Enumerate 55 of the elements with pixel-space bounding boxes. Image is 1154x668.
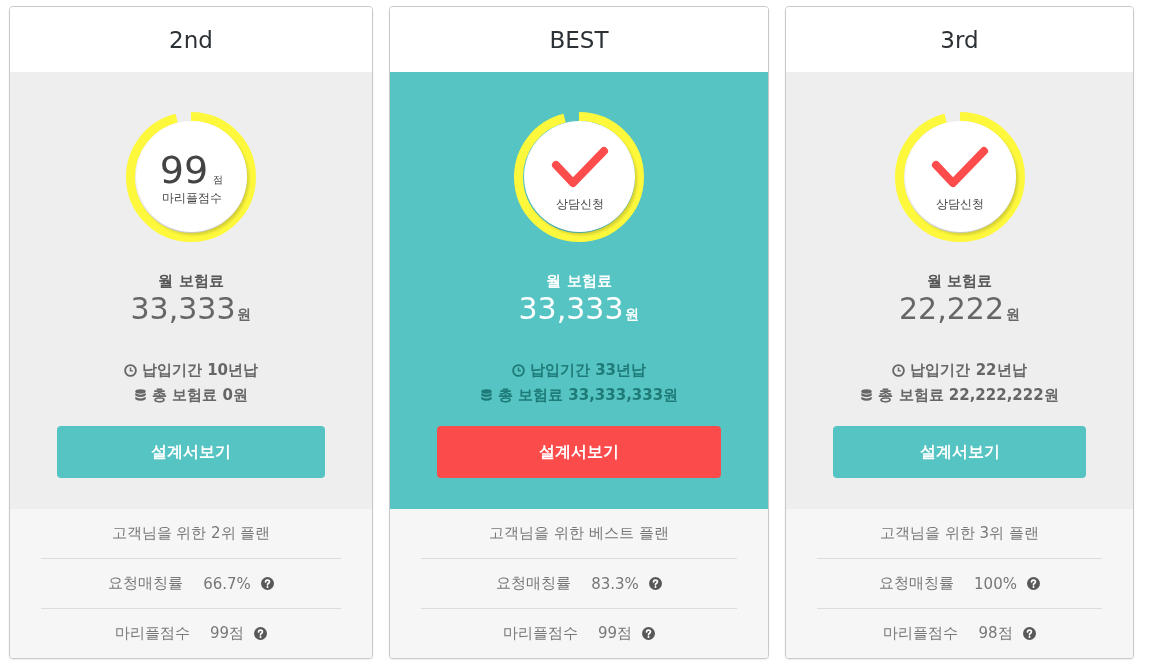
stat-value: 83.3%	[591, 574, 639, 593]
stat-label: 마리플점수	[883, 624, 959, 643]
consult-label: 상담신청	[555, 195, 604, 212]
check-icon	[550, 145, 609, 188]
currency-unit: 원	[237, 305, 252, 324]
help-icon[interactable]	[1022, 627, 1036, 640]
stat-value: 99점	[597, 624, 633, 643]
view-proposal-button[interactable]: 설계서보기	[57, 426, 325, 478]
score-unit: 점	[213, 172, 224, 187]
stat-value: 98점	[978, 624, 1013, 643]
clock-icon	[511, 364, 525, 377]
help-icon[interactable]	[260, 577, 274, 590]
coin-stack-icon	[134, 389, 148, 402]
premium-amount: 22,222	[899, 291, 1004, 327]
score-value: 99	[159, 149, 209, 190]
card-title: 2nd	[169, 26, 213, 53]
stat-value: 99점	[209, 624, 245, 643]
stat-label: 마리플점수	[502, 624, 578, 643]
view-proposal-button[interactable]: 설계서보기	[833, 426, 1086, 478]
plan-note: 고객님을 위한 3위 플랜	[880, 524, 1039, 543]
help-icon[interactable]	[254, 627, 268, 640]
premium-label: 월 보험료	[546, 271, 612, 291]
help-icon[interactable]	[648, 577, 662, 590]
detail-text: 총 보험료 22,222,222원	[878, 385, 1059, 406]
detail-text: 총 보험료 33,333,333원	[497, 385, 679, 406]
stat-label: 요청매칭률	[879, 574, 955, 593]
coin-stack-icon	[479, 389, 493, 402]
view-proposal-button[interactable]: 설계서보기	[437, 426, 721, 478]
stat-value: 66.7%	[203, 574, 251, 593]
help-icon[interactable]	[642, 627, 656, 640]
help-icon[interactable]	[1026, 577, 1040, 590]
detail-text: 납입기간 22년납	[910, 360, 1027, 381]
score-label: 마리플점수	[161, 189, 222, 206]
clock-icon	[123, 364, 137, 377]
premium-amount: 33,333	[130, 291, 236, 327]
card-title: BEST	[549, 26, 609, 53]
plan-note: 고객님을 위한 베스트 플랜	[489, 524, 669, 543]
stat-label: 마리플점수	[114, 624, 190, 643]
coin-stack-icon	[860, 389, 874, 402]
stat-label: 요청매칭률	[496, 574, 572, 593]
currency-unit: 원	[1006, 305, 1020, 324]
premium-label: 월 보험료	[926, 271, 993, 291]
detail-text: 납입기간 33년납	[529, 360, 647, 381]
check-icon	[931, 145, 989, 188]
plan-note: 고객님을 위한 2위 플랜	[111, 524, 271, 543]
consult-label: 상담신청	[936, 195, 984, 212]
currency-unit: 원	[625, 305, 640, 324]
clock-icon	[892, 364, 906, 377]
card-title: 3rd	[940, 26, 979, 53]
detail-text: 총 보험료 0원	[152, 385, 248, 406]
premium-label: 월 보험료	[158, 271, 224, 291]
detail-text: 납입기간 10년납	[141, 360, 259, 381]
premium-amount: 33,333	[518, 291, 624, 327]
stat-label: 요청매칭률	[108, 574, 184, 593]
stat-value: 100%	[974, 574, 1017, 593]
